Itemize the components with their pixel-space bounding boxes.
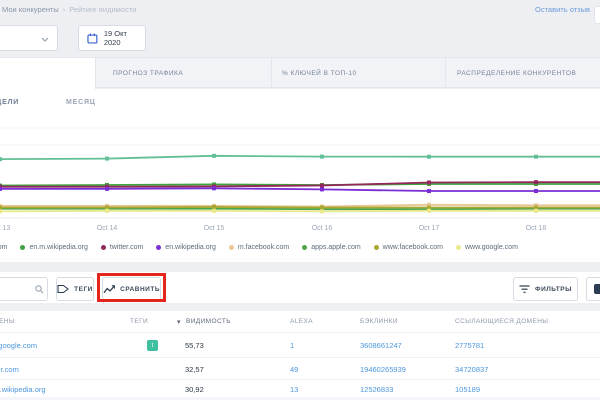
column-header-alexa[interactable]: ALEXA (290, 318, 313, 325)
period-months-toggle[interactable]: МЕСЯЦ (66, 99, 96, 106)
legend-label: en.wikipedia.org (165, 244, 216, 251)
legend-dot-icon (20, 245, 25, 250)
compare-highlight-annotation (97, 273, 166, 302)
project-dropdown[interactable] (0, 25, 58, 51)
legend-label: m.facebook.com (238, 244, 289, 251)
domain-link[interactable]: play.google.com (0, 341, 37, 350)
column-header-visibility[interactable]: ВИДИМОСТЬ (186, 318, 231, 325)
svg-text:Oct 15: Oct 15 (204, 225, 225, 232)
section-divider (0, 303, 600, 311)
competitors-table: ДОМЕНЫ ТЕГИ ▾ ВИДИМОСТЬ ALEXA БЭКЛИНКИ С… (0, 311, 600, 400)
legend-item[interactable]: www.facebook.com (374, 244, 443, 251)
cut-off-export-button[interactable] (586, 277, 600, 301)
sort-desc-icon[interactable]: ▾ (177, 318, 181, 326)
visibility-value: 32,57 (185, 365, 204, 374)
table-row[interactable]: twitter.com 32,57 49 19460265939 3472083… (0, 357, 600, 379)
backlinks-value[interactable]: 12526833 (360, 385, 393, 394)
legend-dot-icon (101, 245, 106, 250)
period-weeks-toggle[interactable]: НЕДЕЛИ (0, 99, 19, 106)
tab-competitors-distribution[interactable]: РАСПРЕДЕЛЕНИЕ КОНКУРЕНТОВ (445, 58, 600, 89)
svg-text:Oct 16: Oct 16 (312, 225, 333, 232)
calendar-icon (87, 33, 98, 44)
search-icon (35, 285, 44, 294)
legend-label: www.google.com (465, 244, 518, 251)
visibility-value: 30,92 (185, 385, 204, 394)
columns-icon (594, 284, 600, 294)
backlinks-value[interactable]: 3608661247 (360, 341, 402, 350)
ref-domains-value[interactable]: 2775781 (455, 341, 484, 350)
legend-item[interactable]: apps.apple.com (302, 244, 360, 251)
svg-text:Oct 18: Oct 18 (526, 225, 547, 232)
date-value: 19 Окт 2020 (104, 29, 145, 47)
search-input[interactable] (0, 277, 48, 301)
legend-item[interactable]: m.facebook.com (229, 244, 289, 251)
tab-visibility-rating[interactable] (0, 58, 95, 91)
alexa-value[interactable]: 13 (290, 385, 298, 394)
legend-item[interactable]: www.google.com (456, 244, 518, 251)
domain-link[interactable]: twitter.com (0, 365, 19, 374)
column-header-tags[interactable]: ТЕГИ (130, 318, 148, 325)
legend-item[interactable]: play.google.com (0, 244, 7, 251)
legend-dot-icon (229, 245, 234, 250)
table-header-row: ДОМЕНЫ ТЕГИ ▾ ВИДИМОСТЬ ALEXA БЭКЛИНКИ С… (0, 311, 600, 332)
legend-dot-icon (456, 245, 461, 250)
svg-text:Oct 13: Oct 13 (0, 225, 10, 232)
legend-label: apps.apple.com (311, 244, 360, 251)
tag-icon (57, 284, 69, 294)
table-row[interactable]: play.google.com t 55,73 1 3608661247 277… (0, 332, 600, 357)
backlinks-value[interactable]: 19460265939 (360, 365, 406, 374)
tab-traffic-forecast[interactable]: ПРОГНОЗ ТРАФИКА (95, 58, 271, 89)
filters-button-label: ФИЛЬТРЫ (535, 286, 572, 293)
tab-keys-top10[interactable]: % КЛЮЧЕЙ В ТОП-10 (271, 58, 445, 89)
filter-icon (519, 285, 530, 294)
tag-badge[interactable]: t (147, 340, 158, 351)
visibility-rating-page: Мои конкуренты ›Рейтинг видимости Оставит… (0, 0, 600, 400)
legend-item[interactable]: twitter.com (101, 244, 143, 251)
column-header-backlinks[interactable]: БЭКЛИНКИ (360, 318, 398, 325)
report-tabs: ПРОГНОЗ ТРАФИКА % КЛЮЧЕЙ В ТОП-10 РАСПРЕ… (0, 57, 600, 88)
tags-button[interactable]: ТЕГИ (56, 277, 94, 301)
visibility-value: 55,73 (185, 341, 204, 350)
ref-domains-value[interactable]: 34720837 (455, 365, 488, 374)
breadcrumb-parent[interactable]: Мои конкуренты (2, 5, 59, 14)
filters-button[interactable]: ФИЛЬТРЫ (513, 277, 578, 301)
legend-item[interactable]: en.wikipedia.org (156, 244, 216, 251)
visibility-line-chart[interactable]: Oct 13 Oct 14 Oct 15 Oct 16 Oct 17 Oct 18 (0, 118, 600, 240)
legend-label: en.m.wikipedia.org (29, 244, 87, 251)
legend-dot-icon (374, 245, 379, 250)
alexa-value[interactable]: 1 (290, 341, 294, 350)
visibility-chart-card: НЕДЕЛИ МЕСЯЦ Oct 13Oct 14Oct 15Oct 16Oct… (0, 89, 600, 262)
legend-dot-icon (302, 245, 307, 250)
ref-domains-value[interactable]: 105189 (455, 385, 480, 394)
legend-label: www.facebook.com (383, 244, 443, 251)
alexa-value[interactable]: 49 (290, 365, 298, 374)
svg-text:Oct 14: Oct 14 (97, 225, 118, 232)
chart-legend: play.google.com en.m.wikipedia.org twitter… (0, 244, 531, 251)
column-header-domains[interactable]: ДОМЕНЫ (0, 318, 15, 325)
column-header-ref-domains[interactable]: ССЫЛАЮЩИЕСЯ ДОМЕНЫ (455, 318, 548, 325)
svg-text:Oct 17: Oct 17 (419, 225, 440, 232)
domain-link[interactable]: en.m.wikipedia.org (0, 385, 46, 394)
cut-off-top-right-control[interactable] (594, 6, 600, 24)
legend-label: play.google.com (0, 244, 7, 251)
tags-button-label: ТЕГИ (74, 286, 93, 293)
legend-dot-icon (156, 245, 161, 250)
legend-item[interactable]: en.m.wikipedia.org (20, 244, 87, 251)
date-picker-button[interactable]: 19 Окт 2020 (78, 25, 146, 51)
table-toolbar: ТЕГИ СРАВНИТЬ ФИЛЬТРЫ (0, 272, 600, 303)
table-row[interactable]: en.m.wikipedia.org 30,92 13 12526833 105… (0, 379, 600, 397)
legend-label: twitter.com (110, 244, 143, 251)
feedback-link[interactable]: Оставить отзыв (535, 5, 590, 14)
page-title: Рейтинг видимости (69, 5, 136, 14)
breadcrumb: Мои конкуренты ›Рейтинг видимости (2, 5, 136, 14)
breadcrumb-separator: › (63, 5, 66, 14)
chevron-down-icon (41, 37, 49, 42)
